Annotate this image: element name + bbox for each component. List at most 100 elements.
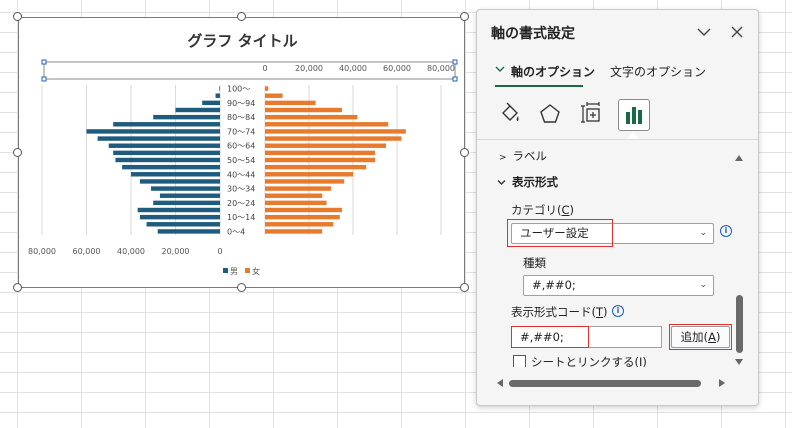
male-bar[interactable] (139, 214, 220, 220)
male-bar[interactable] (219, 86, 220, 91)
male-bar[interactable] (137, 207, 220, 213)
tab-axis-options[interactable]: 軸のオプション (511, 63, 595, 80)
male-bar[interactable] (202, 100, 220, 106)
female-bar[interactable] (265, 129, 406, 134)
legend-swatch (223, 268, 228, 273)
chart-handle-ml[interactable] (13, 148, 22, 157)
chart-handle-br[interactable] (460, 283, 469, 292)
link-checkbox[interactable] (513, 355, 526, 367)
female-bar[interactable] (265, 122, 389, 127)
axis-selection-handle[interactable] (41, 59, 47, 65)
male-bar[interactable] (139, 179, 220, 184)
active-tab-underline (495, 85, 583, 87)
category-label: 70〜74 (227, 127, 255, 136)
category-label: カテゴリ(C) (511, 203, 575, 217)
chart-handle-bc[interactable] (237, 283, 246, 292)
category-label: 100〜 (227, 85, 250, 94)
female-bar[interactable] (265, 193, 323, 198)
effects-pentagon-icon[interactable] (535, 99, 565, 129)
scroll-up-icon[interactable] (735, 155, 743, 161)
scroll-down-icon[interactable] (735, 359, 743, 365)
axis-options-bar-icon[interactable] (618, 99, 650, 131)
close-icon[interactable] (727, 22, 747, 42)
pane-title: 軸の書式設定 (491, 26, 575, 42)
link-to-sheet[interactable]: シートとリンクする(I) (513, 354, 647, 367)
category-label: 40〜44 (227, 170, 255, 179)
female-bar[interactable] (265, 143, 386, 148)
female-bar[interactable] (265, 222, 334, 227)
male-bar[interactable] (113, 150, 220, 156)
bottom-axis-tick-label: 20,000 (162, 247, 190, 256)
female-bar[interactable] (265, 114, 358, 120)
category-label: 50〜54 (227, 156, 255, 165)
scroll-left-icon[interactable] (497, 379, 503, 387)
legend-label[interactable]: 男 (230, 267, 238, 276)
axis-selection-handle[interactable] (41, 76, 47, 82)
female-bar[interactable] (265, 93, 283, 98)
female-bar[interactable] (265, 100, 316, 106)
info-icon[interactable]: i (612, 305, 624, 317)
male-bar[interactable] (215, 93, 220, 98)
scroll-thumb[interactable] (736, 295, 743, 353)
legend-label[interactable]: 女 (252, 266, 260, 276)
male-bar[interactable] (153, 114, 220, 120)
horizontal-scrollbar[interactable] (497, 379, 725, 388)
female-bar[interactable] (265, 136, 402, 141)
vertical-scrollbar[interactable] (735, 155, 744, 365)
female-bar[interactable] (265, 86, 269, 91)
pane-options-chevron-icon[interactable] (694, 22, 714, 42)
legend-swatch (245, 268, 250, 273)
section-label[interactable]: > ラベル (499, 148, 547, 164)
chart-area[interactable]: グラフ タイトル 0 20,000 40,000 60,000 80,000 80,000… (18, 17, 465, 288)
male-bar[interactable] (97, 136, 220, 141)
female-bar[interactable] (265, 214, 340, 220)
type-select[interactable]: #,##0; ⌄ (523, 275, 714, 296)
chart-handle-mr[interactable] (460, 148, 469, 157)
male-bar[interactable] (153, 200, 220, 206)
male-bar[interactable] (146, 222, 220, 227)
scroll-thumb[interactable] (509, 380, 701, 387)
male-bar[interactable] (159, 193, 220, 198)
male-bar[interactable] (122, 164, 220, 170)
population-pyramid-chart[interactable]: 0 20,000 40,000 60,000 80,000 80,000 60,000 40,… (19, 18, 466, 289)
top-axis-tick-label: 40,000 (339, 64, 367, 73)
chart-handle-tc[interactable] (237, 12, 246, 21)
chart-handle-tl[interactable] (13, 12, 22, 21)
female-bar[interactable] (265, 107, 342, 113)
female-bar[interactable] (265, 157, 375, 163)
category-label: 10〜14 (227, 213, 255, 222)
female-bar[interactable] (265, 164, 367, 170)
category-label: 90〜94 (227, 99, 255, 108)
tab-text-options[interactable]: 文字のオプション (610, 63, 706, 80)
male-bar[interactable] (113, 122, 220, 127)
female-bar[interactable] (265, 200, 327, 206)
dropdown-chevron-icon: ⌄ (699, 280, 707, 290)
chart-handle-tr[interactable] (460, 12, 469, 21)
female-bar[interactable] (265, 186, 331, 191)
male-bar[interactable] (157, 229, 220, 234)
scroll-right-icon[interactable] (719, 379, 725, 387)
male-bar[interactable] (115, 157, 220, 163)
fill-line-icon[interactable] (495, 99, 525, 129)
bottom-axis-tick-label: 80,000 (28, 247, 56, 256)
female-bar[interactable] (265, 207, 342, 213)
axis-selection-handle[interactable] (452, 76, 458, 82)
section-number[interactable]: 表示形式 (497, 174, 558, 190)
female-bar[interactable] (265, 150, 375, 156)
male-bar[interactable] (86, 129, 221, 134)
male-bar[interactable] (108, 143, 220, 148)
size-properties-icon[interactable] (577, 99, 607, 129)
format-code-label: 表示形式コード(T) (511, 305, 608, 319)
category-label: 0〜4 (227, 227, 245, 236)
male-bar[interactable] (131, 172, 220, 177)
male-bar[interactable] (151, 186, 220, 191)
male-bar[interactable] (175, 107, 221, 113)
chart-handle-bl[interactable] (13, 283, 22, 292)
info-icon[interactable]: i (720, 225, 732, 237)
bottom-axis-tick-label: 0 (217, 247, 222, 256)
female-bar[interactable] (265, 229, 323, 234)
female-bar[interactable] (265, 179, 345, 184)
category-label: 60〜64 (227, 142, 255, 151)
pane-scroll-area[interactable]: > ラベル 表示形式 カテゴリ(C) ユーザー設定 ⌄ i 種類 #,##0; ⌄… (477, 140, 758, 367)
female-bar[interactable] (265, 172, 353, 177)
